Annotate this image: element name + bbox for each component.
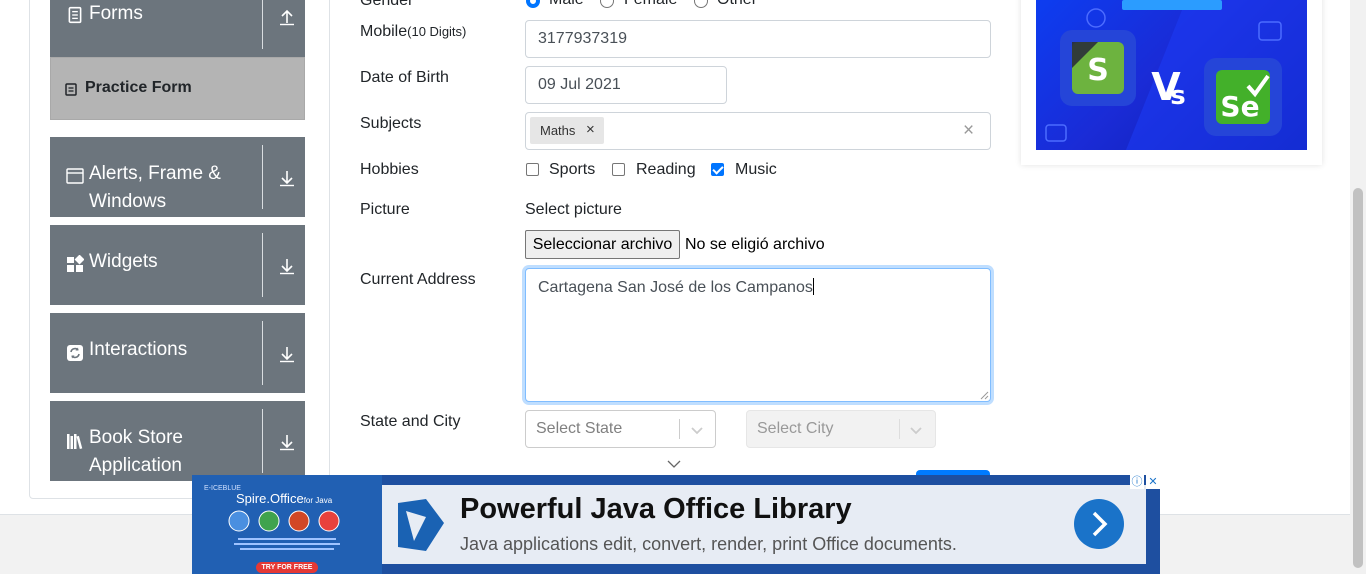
try-for-free-button[interactable]: TRY FOR FREE: [256, 562, 318, 573]
sidebar-bookstore-label-2: Application: [89, 455, 182, 476]
collapse-arrow-icon[interactable]: [278, 8, 296, 26]
gender-label: Gender: [360, 0, 414, 9]
svg-text:s: s: [1170, 81, 1185, 111]
select-separator: [679, 419, 680, 439]
forms-icon: [68, 6, 82, 24]
gender-radio-other[interactable]: [694, 0, 708, 8]
gender-male-label[interactable]: Male: [549, 0, 584, 9]
mobile-hint: (10 Digits): [407, 24, 467, 39]
spire-office-brand-text: Spire.Office: [236, 491, 304, 506]
expand-arrow-icon[interactable]: [278, 345, 296, 363]
city-placeholder: Select City: [757, 420, 834, 437]
gender-radio-female[interactable]: [600, 0, 614, 8]
hobby-reading-label[interactable]: Reading: [636, 161, 696, 179]
widgets-icon: [67, 255, 84, 272]
sidebar-bookstore-label-1: Book Store: [89, 427, 183, 448]
expand-arrow-icon[interactable]: [278, 169, 296, 187]
sidebar-alerts-label-2: Windows: [89, 191, 167, 212]
current-address-value: Cartagena San José de los Campanos: [538, 279, 813, 296]
select-separator: [899, 419, 900, 439]
bottom-ad-banner[interactable]: E-ICEBLUE Spire.Officefor Java TRY FOR F…: [192, 475, 1160, 574]
books-icon: [67, 434, 83, 450]
clear-subjects-icon[interactable]: ×: [963, 120, 974, 142]
current-address-textarea[interactable]: Cartagena San José de los Campanos: [525, 268, 991, 402]
side-ad-image[interactable]: S V s Se: [1036, 0, 1307, 150]
dob-label: Date of Birth: [360, 69, 449, 86]
select-picture-label: Select picture: [525, 201, 622, 218]
hobby-checkbox-music[interactable]: [711, 163, 724, 176]
ad-info-icon[interactable]: ⓘ: [1130, 475, 1144, 489]
ad-content-panel: Powerful Java Office Library Java applic…: [382, 485, 1146, 564]
ad-fine-print-lines: [232, 535, 342, 557]
svg-text:S: S: [1087, 53, 1109, 88]
ad-headline[interactable]: Powerful Java Office Library: [460, 493, 852, 526]
resize-handle-icon[interactable]: [980, 391, 989, 400]
katalon-vs-selenium-graphic: S V s Se: [1045, 0, 1307, 150]
state-city-label: State and City: [360, 413, 461, 430]
spire-logo-icon: [398, 499, 444, 551]
state-placeholder: Select State: [536, 420, 623, 437]
current-address-label: Current Address: [360, 271, 476, 288]
spire-office-brand: Spire.Officefor Java: [236, 491, 332, 506]
date-of-birth-input[interactable]: 09 Jul 2021: [525, 66, 727, 104]
window-icon: [66, 168, 84, 184]
sidebar-interactions-label: Interactions: [89, 339, 188, 360]
subjects-label: Subjects: [360, 115, 422, 132]
subject-chip: Maths ×: [530, 117, 604, 144]
chevron-down-icon[interactable]: [689, 422, 705, 438]
picture-label: Picture: [360, 201, 410, 218]
choose-file-button[interactable]: Seleccionar archivo: [525, 230, 680, 259]
city-select[interactable]: Select City: [746, 410, 936, 448]
text-cursor: [812, 278, 814, 295]
sidebar-item-practice-form[interactable]: Practice Form: [50, 57, 305, 120]
sidebar-forms-label: Forms: [89, 3, 143, 24]
interactions-icon: [67, 345, 83, 361]
mobile-label: Mobile(10 Digits): [360, 23, 466, 41]
sidebar-practice-form-label: Practice Form: [85, 79, 192, 96]
hobby-music-label[interactable]: Music: [735, 161, 777, 179]
sidebar-widgets-label: Widgets: [89, 251, 158, 272]
hobby-sports-label[interactable]: Sports: [549, 161, 595, 179]
scrollbar-thumb[interactable]: [1353, 188, 1363, 568]
expand-arrow-icon[interactable]: [278, 433, 296, 451]
chip-remove-icon[interactable]: ×: [586, 121, 595, 138]
subject-chip-label: Maths: [540, 123, 576, 138]
sidebar-group-forms[interactable]: Forms: [50, 0, 305, 57]
ad-subheadline: Java applications edit, convert, render,…: [460, 534, 957, 554]
sidebar-group-bookstore[interactable]: Book Store Application: [50, 401, 305, 481]
sidebar-group-alerts[interactable]: Alerts, Frame & Windows: [50, 137, 305, 217]
file-status: No se eligió archivo: [685, 236, 825, 253]
sidebar-divider: [262, 233, 263, 297]
gender-female-label[interactable]: Female: [624, 0, 677, 9]
ad-open-button[interactable]: [1074, 499, 1124, 549]
sidebar-group-interactions[interactable]: Interactions: [50, 313, 305, 393]
chevron-down-icon[interactable]: [908, 422, 924, 438]
document-formats-icon: [228, 510, 340, 532]
ad-close-icon[interactable]: ✕: [1146, 475, 1160, 489]
sidebar-divider: [262, 0, 263, 49]
mobile-label-text: Mobile: [360, 23, 408, 40]
gender-radio-male[interactable]: [526, 0, 540, 8]
sidebar-divider: [262, 409, 263, 473]
state-select[interactable]: Select State: [525, 410, 716, 448]
sidebar-alerts-label-1: Alerts, Frame &: [89, 163, 221, 184]
spire-office-panel: E-ICEBLUE Spire.Officefor Java TRY FOR F…: [192, 475, 382, 574]
sidebar-divider: [262, 321, 263, 385]
spire-office-brand-suffix: for Java: [303, 496, 333, 505]
hobby-checkbox-reading[interactable]: [612, 163, 625, 176]
hobbies-label: Hobbies: [360, 161, 419, 178]
sidebar-group-widgets[interactable]: Widgets: [50, 225, 305, 305]
mobile-input[interactable]: 3177937319: [525, 20, 991, 58]
chevron-right-icon: [1092, 511, 1108, 537]
scroll-down-chevron-icon: [667, 460, 681, 468]
form-item-icon: [65, 83, 77, 96]
expand-arrow-icon[interactable]: [278, 257, 296, 275]
gender-other-label[interactable]: Other: [717, 0, 757, 9]
sidebar-divider: [262, 145, 263, 209]
hobby-checkbox-sports[interactable]: [526, 163, 539, 176]
